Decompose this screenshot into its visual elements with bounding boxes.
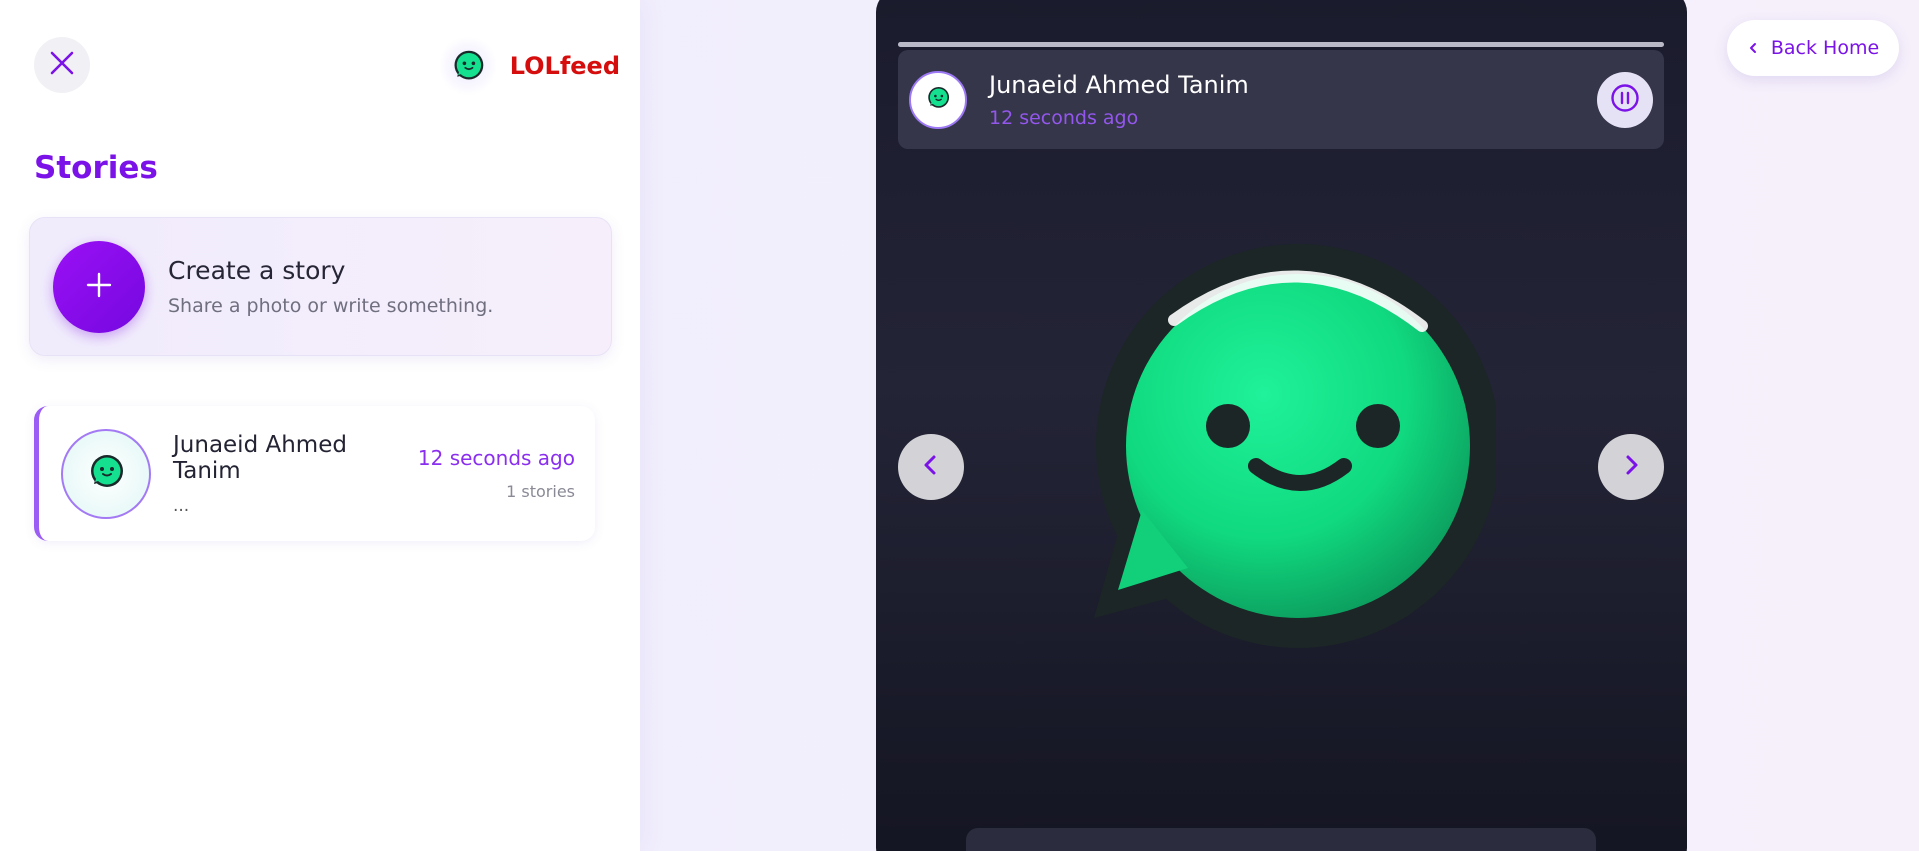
create-story-title: Create a story <box>168 256 346 285</box>
close-icon <box>49 50 75 80</box>
story-progress-bar <box>898 42 1664 47</box>
story-meta: 12 seconds ago 1 stories <box>418 446 575 501</box>
stories-sidebar: LOLfeed Stories Create a story Share a p… <box>0 0 640 851</box>
create-story-subtitle: Share a photo or write something. <box>168 295 494 317</box>
create-story-card[interactable]: Create a story Share a photo or write so… <box>29 217 612 356</box>
story-viewer-author-name: Junaeid Ahmed Tanim <box>989 70 1249 99</box>
story-viewer: Junaeid Ahmed Tanim 12 seconds ago <box>876 0 1687 851</box>
story-count: 1 stories <box>506 482 575 501</box>
next-story-button[interactable] <box>1598 434 1664 500</box>
create-story-button[interactable] <box>53 240 145 333</box>
chevron-left-icon <box>920 454 942 480</box>
story-viewer-timestamp: 12 seconds ago <box>989 106 1139 129</box>
back-home-button[interactable]: Back Home <box>1727 20 1899 76</box>
previous-story-button[interactable] <box>898 434 964 500</box>
pause-button[interactable] <box>1597 71 1653 128</box>
story-preview: ... <box>173 495 190 516</box>
brand-name: LOLfeed <box>509 52 620 80</box>
avatar <box>909 70 967 129</box>
back-home-label: Back Home <box>1770 37 1880 59</box>
story-viewer-header: Junaeid Ahmed Tanim 12 seconds ago <box>898 50 1664 149</box>
brand[interactable]: LOLfeed <box>440 34 620 98</box>
chevron-left-icon <box>1747 39 1759 58</box>
story-progress-fill <box>898 42 1664 47</box>
story-timestamp: 12 seconds ago <box>417 446 575 470</box>
create-story-text: Create a story Share a photo or write so… <box>168 256 493 317</box>
story-text: Junaeid Ahmed Tanim ... <box>173 432 418 516</box>
story-reply-bar[interactable] <box>966 828 1596 851</box>
chat-bubble-smile-icon <box>86 452 126 496</box>
avatar <box>61 428 151 519</box>
close-button[interactable] <box>34 37 90 93</box>
story-list-item[interactable]: Junaeid Ahmed Tanim ... 12 seconds ago 1… <box>34 406 595 541</box>
story-author-name: Junaeid Ahmed Tanim <box>173 431 347 484</box>
pause-icon <box>1610 83 1640 117</box>
stories-title: Stories <box>34 150 158 186</box>
story-viewer-author: Junaeid Ahmed Tanim 12 seconds ago <box>989 71 1597 129</box>
chat-bubble-smile-icon <box>440 34 496 98</box>
plus-icon <box>85 271 113 303</box>
chevron-right-icon <box>1620 454 1642 480</box>
story-image <box>1076 240 1500 660</box>
chat-bubble-smile-icon <box>1076 244 1500 664</box>
chat-bubble-smile-icon <box>925 85 951 115</box>
